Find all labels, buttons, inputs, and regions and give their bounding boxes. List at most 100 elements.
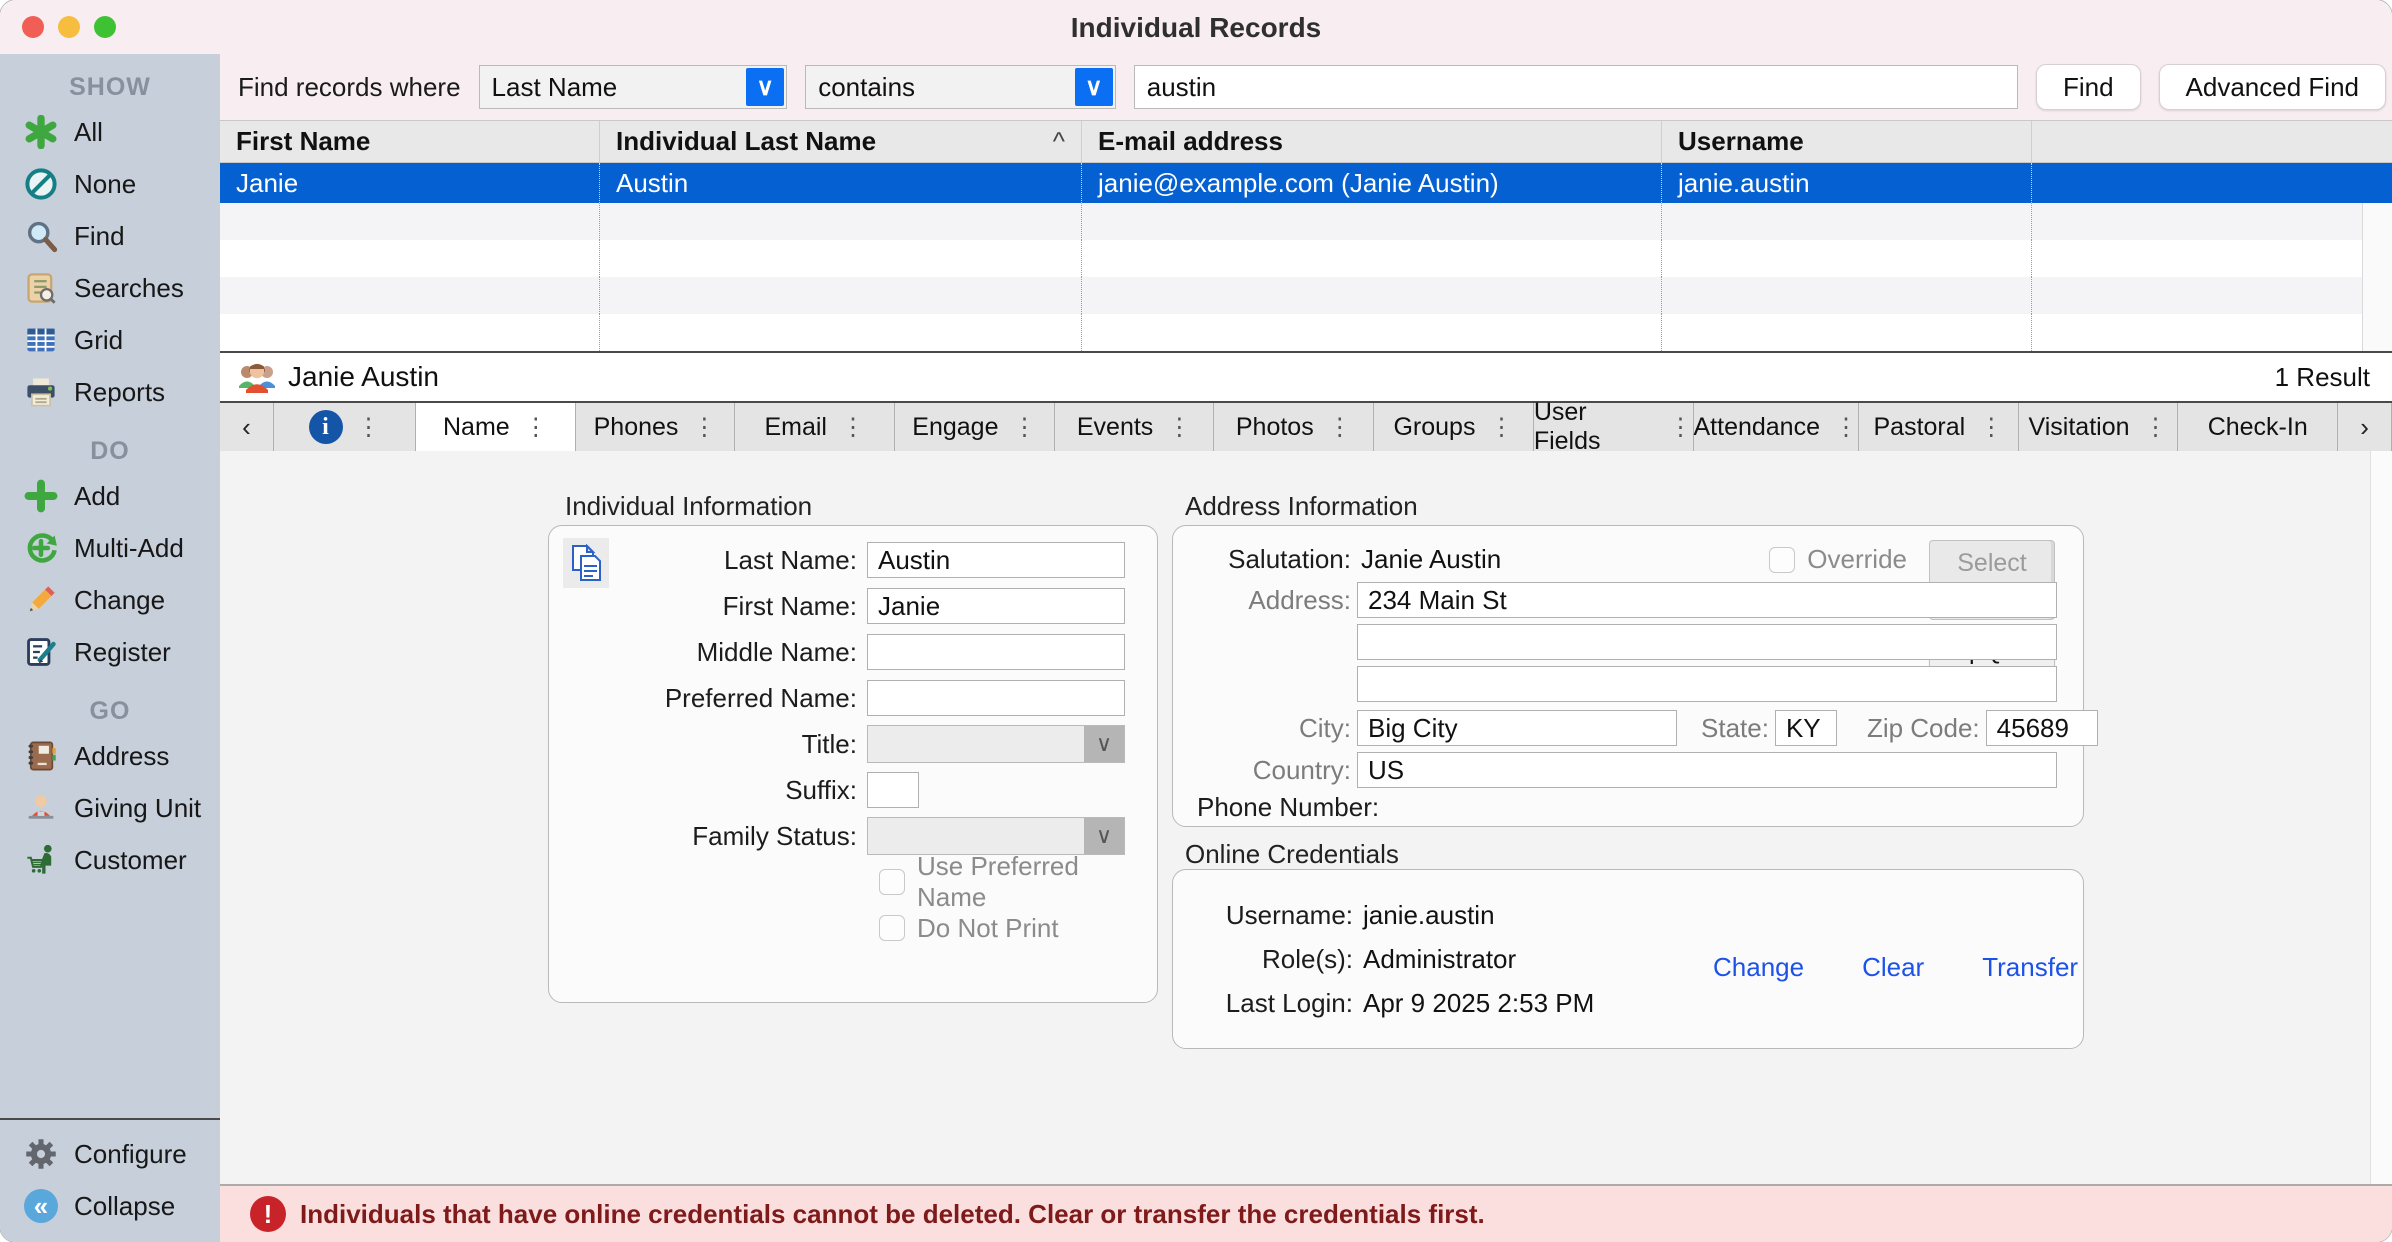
middle-name-label: Middle Name: (549, 637, 867, 668)
find-operator-select[interactable]: contains ∨ (805, 65, 1116, 109)
override-checkbox[interactable] (1769, 547, 1795, 573)
tab-groups[interactable]: Groups⋮ (1374, 403, 1534, 451)
do-not-print-checkbox[interactable] (879, 915, 905, 941)
tab-scroll-right-button[interactable]: › (2338, 403, 2392, 451)
state-label: State: (1701, 713, 1769, 744)
individual-info-title: Individual Information (565, 491, 812, 522)
suffix-label: Suffix: (549, 775, 867, 806)
column-header-blank (2032, 121, 2362, 162)
tab-options-icon[interactable]: ⋮ (692, 413, 716, 442)
state-field[interactable] (1775, 710, 1837, 746)
sidebar-item-label: Add (74, 481, 120, 512)
content-scrollbar[interactable] (2370, 451, 2392, 1184)
city-label: City: (1173, 713, 1351, 744)
tab-scroll-left-button[interactable]: ‹ (220, 403, 274, 451)
tab-options-icon[interactable]: ⋮ (1328, 413, 1352, 442)
first-name-field[interactable] (867, 588, 1125, 624)
sidebar-item-label: Change (74, 585, 165, 616)
sidebar-item-searches[interactable]: Searches (0, 262, 220, 314)
change-credentials-link[interactable]: Change (1713, 952, 1804, 983)
sidebar-section-do: DO (0, 432, 220, 470)
tab-options-icon[interactable]: ⋮ (1834, 413, 1858, 442)
tab-name[interactable]: Name⋮ (416, 403, 576, 451)
sidebar-item-register[interactable]: Register (0, 626, 220, 678)
address-line2-field[interactable] (1357, 624, 2057, 660)
sidebar-item-add[interactable]: Add (0, 470, 220, 522)
find-button[interactable]: Find (2036, 64, 2141, 110)
roles-value: Administrator (1363, 944, 1516, 975)
tab-options-icon[interactable]: ⋮ (1489, 413, 1513, 442)
transfer-credentials-link[interactable]: Transfer (1982, 952, 2078, 983)
sidebar-item-none[interactable]: None (0, 158, 220, 210)
sidebar-item-grid[interactable]: Grid (0, 314, 220, 366)
tab-email[interactable]: Email⋮ (735, 403, 895, 451)
country-field[interactable] (1357, 752, 2057, 788)
tab-attendance[interactable]: Attendance⋮ (1694, 403, 1860, 451)
warning-icon: ! (250, 1196, 286, 1232)
find-field-select[interactable]: Last Name ∨ (479, 65, 788, 109)
tab-options-icon[interactable]: ⋮ (2144, 413, 2168, 442)
sidebar-item-find[interactable]: Find (0, 210, 220, 262)
city-field[interactable] (1357, 710, 1677, 746)
column-header-username[interactable]: Username (1662, 121, 2032, 162)
column-header-last-name[interactable]: Individual Last Name^ (600, 121, 1082, 162)
clear-credentials-link[interactable]: Clear (1862, 952, 1924, 983)
title-select[interactable]: ∨ (867, 725, 1125, 763)
sidebar-item-label: Address (74, 741, 169, 772)
address-line1-field[interactable] (1357, 582, 2057, 618)
sidebar-item-configure[interactable]: Configure (0, 1128, 220, 1180)
tab-engage[interactable]: Engage⋮ (895, 403, 1055, 451)
chevron-down-icon: ∨ (1075, 68, 1113, 106)
tab-check-in[interactable]: Check-In (2178, 403, 2338, 451)
advanced-find-button[interactable]: Advanced Find (2159, 64, 2386, 110)
suffix-field[interactable] (867, 772, 919, 808)
tab-phones[interactable]: Phones⋮ (576, 403, 736, 451)
table-row-selected[interactable]: Janie Austin janie@example.com (Janie Au… (220, 163, 2392, 203)
tab-visitation[interactable]: Visitation⋮ (2019, 403, 2179, 451)
sidebar-item-giving-unit[interactable]: Giving Unit (0, 782, 220, 834)
sidebar-item-all[interactable]: All (0, 106, 220, 158)
tab-user-fields[interactable]: User Fields⋮ (1534, 403, 1694, 451)
column-header-email[interactable]: E-mail address (1082, 121, 1662, 162)
online-credentials-panel: Username: janie.austin Role(s): Administ… (1172, 869, 2084, 1049)
search-input[interactable] (1134, 65, 2018, 109)
sidebar-item-address[interactable]: Address (0, 730, 220, 782)
phone-number-label: Phone Number: (1197, 792, 1379, 823)
tab-options-icon[interactable]: ⋮ (841, 413, 865, 442)
tab-info[interactable]: i ⋮ (274, 403, 416, 451)
zip-code-field[interactable] (1986, 710, 2098, 746)
middle-name-field[interactable] (867, 634, 1125, 670)
do-not-print-label: Do Not Print (917, 913, 1059, 944)
column-header-first-name[interactable]: First Name (220, 121, 600, 162)
table-row (220, 240, 2392, 277)
roles-label: Role(s): (1193, 944, 1353, 975)
multi-add-icon (24, 531, 58, 565)
tab-options-icon[interactable]: ⋮ (1979, 413, 2003, 442)
sidebar: SHOW All None Find Searches Grid Reports… (0, 54, 220, 1242)
preferred-name-label: Preferred Name: (549, 683, 867, 714)
sidebar-section-go: GO (0, 692, 220, 730)
chevron-right-icon: › (2360, 412, 2369, 443)
sidebar-item-collapse[interactable]: « Collapse (0, 1180, 220, 1232)
tab-photos[interactable]: Photos⋮ (1214, 403, 1374, 451)
preferred-name-field[interactable] (867, 680, 1125, 716)
tab-options-icon[interactable]: ⋮ (524, 413, 548, 442)
customer-cart-icon (24, 843, 58, 877)
pencil-icon (24, 583, 58, 617)
tab-options-icon[interactable]: ⋮ (1013, 413, 1037, 442)
use-preferred-name-checkbox[interactable] (879, 869, 905, 895)
sidebar-item-multi-add[interactable]: Multi-Add (0, 522, 220, 574)
tab-options-icon[interactable]: ⋮ (1669, 413, 1693, 442)
family-status-select[interactable]: ∨ (867, 817, 1125, 855)
giving-unit-icon (24, 791, 58, 825)
sidebar-item-reports[interactable]: Reports (0, 366, 220, 418)
tab-events[interactable]: Events⋮ (1055, 403, 1215, 451)
sidebar-item-customer[interactable]: Customer (0, 834, 220, 886)
sidebar-item-change[interactable]: Change (0, 574, 220, 626)
last-name-field[interactable] (867, 542, 1125, 578)
tab-pastoral[interactable]: Pastoral⋮ (1859, 403, 2019, 451)
address-line3-field[interactable] (1357, 666, 2057, 702)
cell-first-name: Janie (220, 163, 600, 203)
tab-options-icon[interactable]: ⋮ (1167, 413, 1191, 442)
record-content: Individual Information Last Name: First … (220, 451, 2392, 1184)
